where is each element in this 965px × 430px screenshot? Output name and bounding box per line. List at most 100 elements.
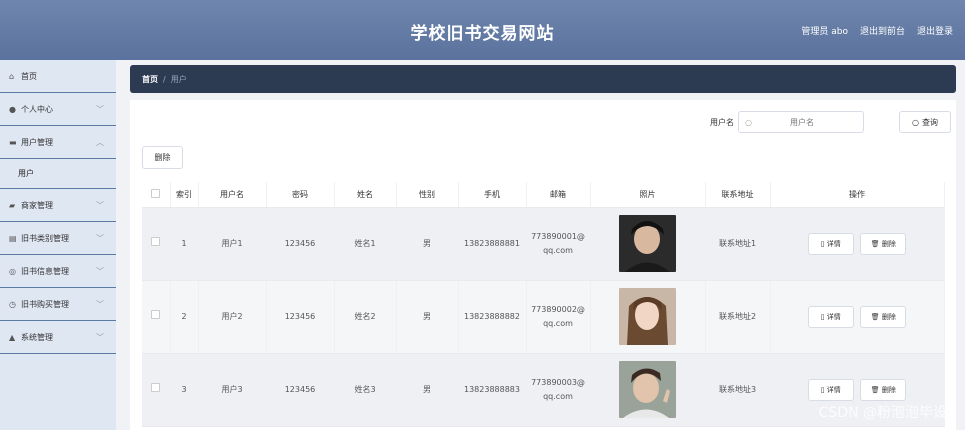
breadcrumb-home[interactable]: 首页 (142, 74, 158, 85)
cell-address: 联系地址1 (705, 207, 771, 281)
cell-index: 2 (170, 280, 199, 354)
cell-address: 联系地址2 (705, 280, 771, 354)
cell-username: 用户2 (198, 280, 267, 354)
cell-photo (590, 353, 706, 427)
sidebar-item-label: 旧书信息管理 (21, 266, 69, 276)
search-button[interactable]: ○ 查询 (899, 111, 951, 133)
chevron-down-icon: ﹀ (96, 200, 104, 210)
delete-button-label: 删除 (881, 239, 896, 248)
detail-button[interactable]: ▯ 详情 (807, 305, 854, 328)
detail-button-label: 详情 (826, 312, 841, 321)
sidebar-item-home[interactable]: ⌂ 首页 (0, 60, 116, 93)
search-icon: ○ (912, 117, 919, 127)
cell-username: 用户3 (198, 353, 267, 427)
search-input[interactable] (751, 117, 852, 127)
row-delete-button[interactable]: 🗑 删除 (860, 232, 907, 255)
email-line: 773890003@ (531, 377, 585, 387)
logout-link[interactable]: 退出登录 (917, 24, 953, 37)
sidebar-item-book-purchase[interactable]: ◷ 旧书购买管理 ﹀ (0, 288, 116, 321)
user-photo (619, 361, 676, 418)
chevron-down-icon: ﹀ (96, 299, 104, 309)
detail-button-label: 详情 (826, 385, 841, 394)
user-table: 索引 用户名 密码 姓名 性别 手机 邮箱 照片 联系地址 操作 1 用户1 1… (142, 182, 945, 427)
breadcrumb-current: 用户 (170, 74, 187, 84)
batch-delete-button[interactable]: 删除 (142, 146, 183, 169)
row-delete-button[interactable]: 🗑 删除 (860, 378, 907, 401)
column-header: 索引 (170, 182, 199, 208)
users-icon: ▬ (9, 137, 17, 147)
table-header-row: 索引 用户名 密码 姓名 性别 手机 邮箱 照片 联系地址 操作 (142, 182, 945, 208)
sidebar-item-personal-center[interactable]: ● 个人中心 ﹀ (0, 93, 116, 126)
cell-phone: 13823888883 (458, 353, 527, 427)
cell-actions: ▯ 详情 🗑 删除 (770, 280, 945, 354)
header-actions: 管理员 abo 退出到前台 退出登录 (801, 24, 953, 37)
detail-button[interactable]: ▯ 详情 (807, 232, 854, 255)
cell-username: 用户1 (198, 207, 267, 281)
cell-password: 123456 (266, 207, 335, 281)
row-delete-button[interactable]: 🗑 删除 (860, 305, 907, 328)
row-checkbox[interactable] (142, 353, 171, 427)
cell-name: 姓名2 (334, 280, 397, 354)
user-photo (619, 288, 676, 345)
cell-password: 123456 (266, 280, 335, 354)
home-icon: ⌂ (9, 71, 15, 81)
table-row: 1 用户1 123456 姓名1 男 13823888881 773890001… (142, 207, 945, 281)
row-checkbox[interactable] (142, 207, 171, 281)
delete-button-label: 删除 (881, 385, 896, 394)
info-icon: ◎ (9, 266, 16, 276)
email-line: 773890001@ (531, 231, 585, 241)
search-icon: ○ (745, 117, 752, 127)
cell-gender: 男 (396, 280, 459, 354)
cell-actions: ▯ 详情 🗑 删除 (770, 207, 945, 281)
cell-email: 773890003@ qq.com (526, 353, 591, 427)
sidebar-item-system[interactable]: ▲ 系统管理 ﹀ (0, 321, 116, 354)
clock-icon: ◷ (9, 299, 16, 309)
cell-phone: 13823888881 (458, 207, 527, 281)
select-all-checkbox[interactable] (142, 182, 171, 208)
cell-email: 773890001@ qq.com (526, 207, 591, 281)
row-checkbox[interactable] (142, 280, 171, 354)
sidebar-item-label: 旧书购买管理 (21, 299, 69, 309)
user-photo (619, 215, 676, 272)
search-label: 用户名 (710, 118, 734, 127)
search-field[interactable]: ○ (738, 111, 864, 133)
column-header: 姓名 (334, 182, 397, 208)
column-header: 密码 (266, 182, 335, 208)
sidebar-item-label: 首页 (21, 71, 37, 81)
chevron-down-icon: ﹀ (96, 233, 104, 243)
sidebar-item-merchant-management[interactable]: ▰ 商家管理 ﹀ (0, 189, 116, 222)
cell-gender: 男 (396, 353, 459, 427)
cell-name: 姓名3 (334, 353, 397, 427)
top-header: 学校旧书交易网站 管理员 abo 退出到前台 退出登录 (0, 0, 965, 60)
chevron-down-icon: ﹀ (96, 266, 104, 276)
chevron-down-icon: ﹀ (96, 332, 104, 342)
search-button-label: 查询 (921, 117, 938, 127)
email-line: qq.com (543, 391, 573, 401)
column-header: 联系地址 (705, 182, 771, 208)
sidebar-item-book-info[interactable]: ◎ 旧书信息管理 ﹀ (0, 255, 116, 288)
breadcrumb: 首页 / 用户 (130, 65, 956, 93)
sidebar-item-label: 个人中心 (21, 104, 53, 114)
sidebar-subitem-user[interactable]: 用户 (0, 159, 116, 189)
cell-name: 姓名1 (334, 207, 397, 281)
cell-address: 联系地址3 (705, 353, 771, 427)
shop-icon: ▰ (9, 200, 16, 210)
column-header: 操作 (770, 182, 945, 208)
sidebar-item-user-management[interactable]: ▬ 用户管理 ︿ (0, 126, 116, 159)
chevron-up-icon: ︿ (96, 137, 104, 147)
sidebar-item-label: 用户管理 (21, 137, 53, 147)
sidebar-item-book-category[interactable]: ▤ 旧书类别管理 ﹀ (0, 222, 116, 255)
column-header: 性别 (396, 182, 459, 208)
breadcrumb-separator: / (163, 74, 166, 84)
cell-password: 123456 (266, 353, 335, 427)
chevron-down-icon: ﹀ (96, 104, 104, 114)
column-header: 用户名 (198, 182, 267, 208)
user-list-panel: 用户名 ○ ○ 查询 删除 索引 用户名 密码 姓名 (130, 100, 956, 430)
cell-index: 3 (170, 353, 199, 427)
back-to-frontend-link[interactable]: 退出到前台 (860, 24, 905, 37)
watermark: CSDN @粉泡泡毕设 (818, 405, 947, 421)
detail-button[interactable]: ▯ 详情 (807, 378, 854, 401)
column-header: 照片 (590, 182, 706, 208)
sidebar-item-label: 旧书类别管理 (21, 233, 69, 243)
email-line: qq.com (543, 245, 573, 255)
